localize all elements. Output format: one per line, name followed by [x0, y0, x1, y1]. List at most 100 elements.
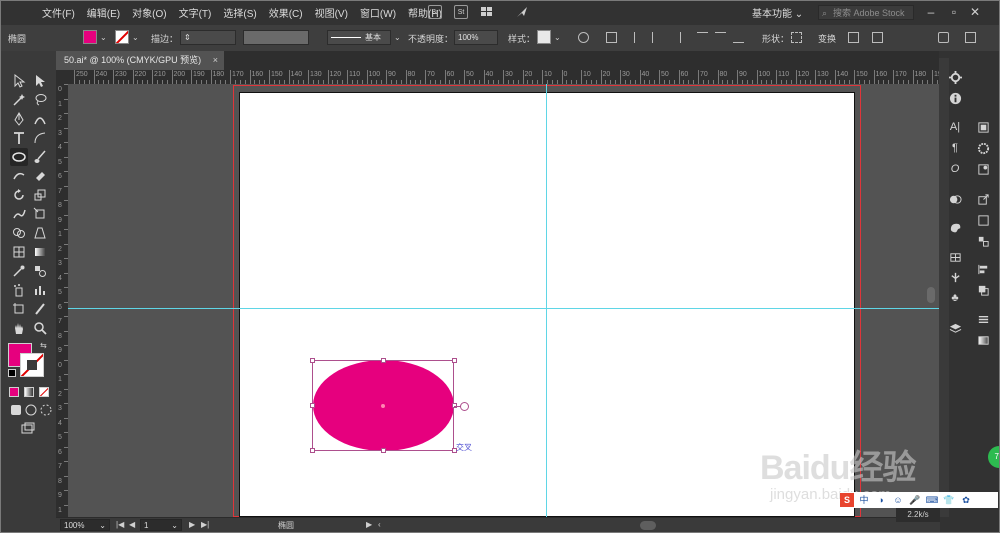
mesh-tool-icon[interactable] — [11, 244, 27, 260]
horizontal-guide[interactable] — [68, 308, 939, 309]
shape-label[interactable]: 形状： — [762, 32, 789, 45]
ellipse-tool-icon[interactable] — [10, 148, 28, 166]
isolate-object-icon[interactable] — [848, 32, 859, 43]
export-icon[interactable] — [972, 190, 994, 208]
free-transform-tool-icon[interactable] — [32, 206, 48, 222]
menu-item[interactable]: 窗口(W) — [354, 5, 402, 20]
select-similar-icon[interactable] — [872, 32, 883, 43]
emoji-icon[interactable]: ☺ — [891, 493, 905, 507]
arrange-documents-icon[interactable] — [480, 5, 494, 19]
gradient-tool-icon[interactable] — [32, 244, 48, 260]
center-point[interactable] — [381, 404, 385, 408]
keyboard-icon[interactable]: ⌨ — [925, 493, 939, 507]
swap-fill-stroke-icon[interactable]: ⇆ — [40, 341, 47, 350]
draw-behind-icon[interactable] — [23, 402, 39, 418]
lasso-tool-icon[interactable] — [32, 92, 48, 108]
swatches-icon[interactable] — [944, 248, 966, 266]
layers-icon[interactable] — [944, 319, 966, 337]
align-top-icon[interactable] — [697, 32, 708, 43]
stock-search-input[interactable]: ⌕ 搜索 Adobe Stock — [818, 5, 914, 20]
zoom-level-field[interactable]: 100% ⌄ — [60, 519, 110, 531]
microphone-icon[interactable]: 🎤 — [908, 493, 922, 507]
artboard-tool-icon[interactable] — [11, 301, 27, 317]
eraser-tool-icon[interactable] — [32, 168, 48, 184]
status-menu-icon[interactable]: ▶ — [366, 520, 372, 529]
align-horizontal-center-icon[interactable] — [652, 32, 663, 43]
draw-inside-icon[interactable] — [38, 402, 54, 418]
slice-tool-icon[interactable] — [32, 301, 48, 317]
column-graph-tool-icon[interactable] — [32, 282, 48, 298]
selection-tool-icon[interactable] — [11, 73, 27, 89]
info-icon[interactable] — [944, 89, 966, 107]
perspective-grid-tool-icon[interactable] — [32, 225, 48, 241]
workspace-switcher[interactable]: 基本功能 ⌄ — [752, 5, 803, 20]
appearance-icon[interactable] — [972, 139, 994, 157]
stock-icon[interactable]: St — [454, 5, 468, 19]
document-tab[interactable]: 50.ai* @ 100% (CMYK/GPU 预览) × — [56, 51, 224, 70]
snap-options-icon[interactable] — [965, 32, 976, 43]
artboards-icon[interactable] — [972, 211, 994, 229]
shape-properties-icon[interactable] — [791, 32, 802, 43]
scroll-left-icon[interactable]: ‹ — [378, 520, 381, 529]
minimize-button[interactable]: – — [922, 3, 940, 21]
chinese-mode-icon[interactable]: 中 — [857, 493, 871, 507]
type-tool-icon[interactable] — [11, 130, 27, 146]
close-tab-icon[interactable]: × — [213, 51, 218, 70]
sogou-ime-icon[interactable]: S — [840, 493, 854, 507]
shape-builder-tool-icon[interactable] — [11, 225, 27, 241]
color-icon[interactable] — [944, 218, 966, 236]
menu-item[interactable]: 文字(T) — [173, 5, 218, 20]
default-colors-icon[interactable] — [8, 369, 16, 377]
gradient-panel-icon[interactable] — [972, 331, 994, 349]
first-artboard-icon[interactable]: |◀ — [116, 520, 124, 529]
chevron-down-icon[interactable]: ⌄ — [394, 33, 401, 42]
screen-mode-icon[interactable] — [20, 421, 36, 437]
color-mode-icon[interactable] — [9, 387, 19, 397]
menu-item[interactable]: 文件(F) — [36, 5, 81, 20]
handle-middle-left[interactable] — [310, 403, 315, 408]
rotate-tool-icon[interactable] — [11, 187, 27, 203]
blend-tool-icon[interactable] — [32, 263, 48, 279]
character-icon[interactable]: A| — [944, 118, 966, 136]
pathfinder-icon[interactable] — [972, 281, 994, 299]
transparency-icon[interactable] — [944, 190, 966, 208]
menu-item[interactable]: 编辑(E) — [81, 5, 126, 20]
scale-tool-icon[interactable] — [32, 187, 48, 203]
artboard-number-field[interactable]: 1 ⌄ — [140, 519, 182, 531]
handle-top-left[interactable] — [310, 358, 315, 363]
warp-tool-icon[interactable] — [11, 206, 27, 222]
menu-item[interactable]: 视图(V) — [309, 5, 354, 20]
paragraph-icon[interactable]: ¶ — [944, 139, 966, 157]
brush-definition-dropdown[interactable]: 基本 — [327, 30, 391, 45]
align-left-icon[interactable] — [634, 32, 645, 43]
next-artboard-icon[interactable]: ▶ — [189, 520, 195, 529]
handle-top-right[interactable] — [452, 358, 457, 363]
none-mode-icon[interactable] — [39, 387, 49, 397]
graphic-style-swatch[interactable] — [537, 30, 551, 44]
hand-tool-icon[interactable] — [11, 320, 27, 336]
direct-selection-tool-icon[interactable] — [32, 73, 48, 89]
gpu-performance-icon[interactable] — [515, 5, 529, 19]
handle-top-center[interactable] — [381, 358, 386, 363]
chevron-down-icon[interactable]: ⌄ — [100, 33, 107, 42]
close-button[interactable]: ✕ — [966, 3, 984, 21]
transform-label[interactable]: 变换 — [818, 32, 836, 45]
pie-widget-handle[interactable] — [460, 402, 469, 411]
align-panel-icon[interactable] — [972, 260, 994, 278]
shaper-tool-icon[interactable] — [11, 168, 27, 184]
menu-item[interactable]: 选择(S) — [217, 5, 262, 20]
gradient-mode-icon[interactable] — [24, 387, 34, 397]
paintbrush-tool-icon[interactable] — [32, 149, 48, 165]
vertical-guide[interactable] — [546, 84, 547, 517]
menu-item[interactable]: 对象(O) — [126, 5, 172, 20]
previous-artboard-icon[interactable]: ◀ — [129, 520, 135, 529]
align-bottom-icon[interactable] — [733, 32, 744, 43]
stroke-panel-icon[interactable] — [972, 310, 994, 328]
properties-icon[interactable] — [944, 68, 966, 86]
vertical-ruler[interactable]: 0 1 2 3 4 5 6 7 8 9 1 2 3 4 5 6 7 8 9 0 1 2 3 4 5 6 7 8 9 1 — [56, 70, 68, 517]
horizontal-ruler[interactable]: 250 240 230 220 210 200 190 180 170 160 150 140 130 1… — [68, 70, 939, 84]
draw-normal-icon[interactable] — [8, 402, 24, 418]
skin-icon[interactable]: 👕 — [942, 493, 956, 507]
last-artboard-icon[interactable]: ▶| — [201, 520, 209, 529]
stroke-color-box[interactable] — [20, 353, 44, 377]
